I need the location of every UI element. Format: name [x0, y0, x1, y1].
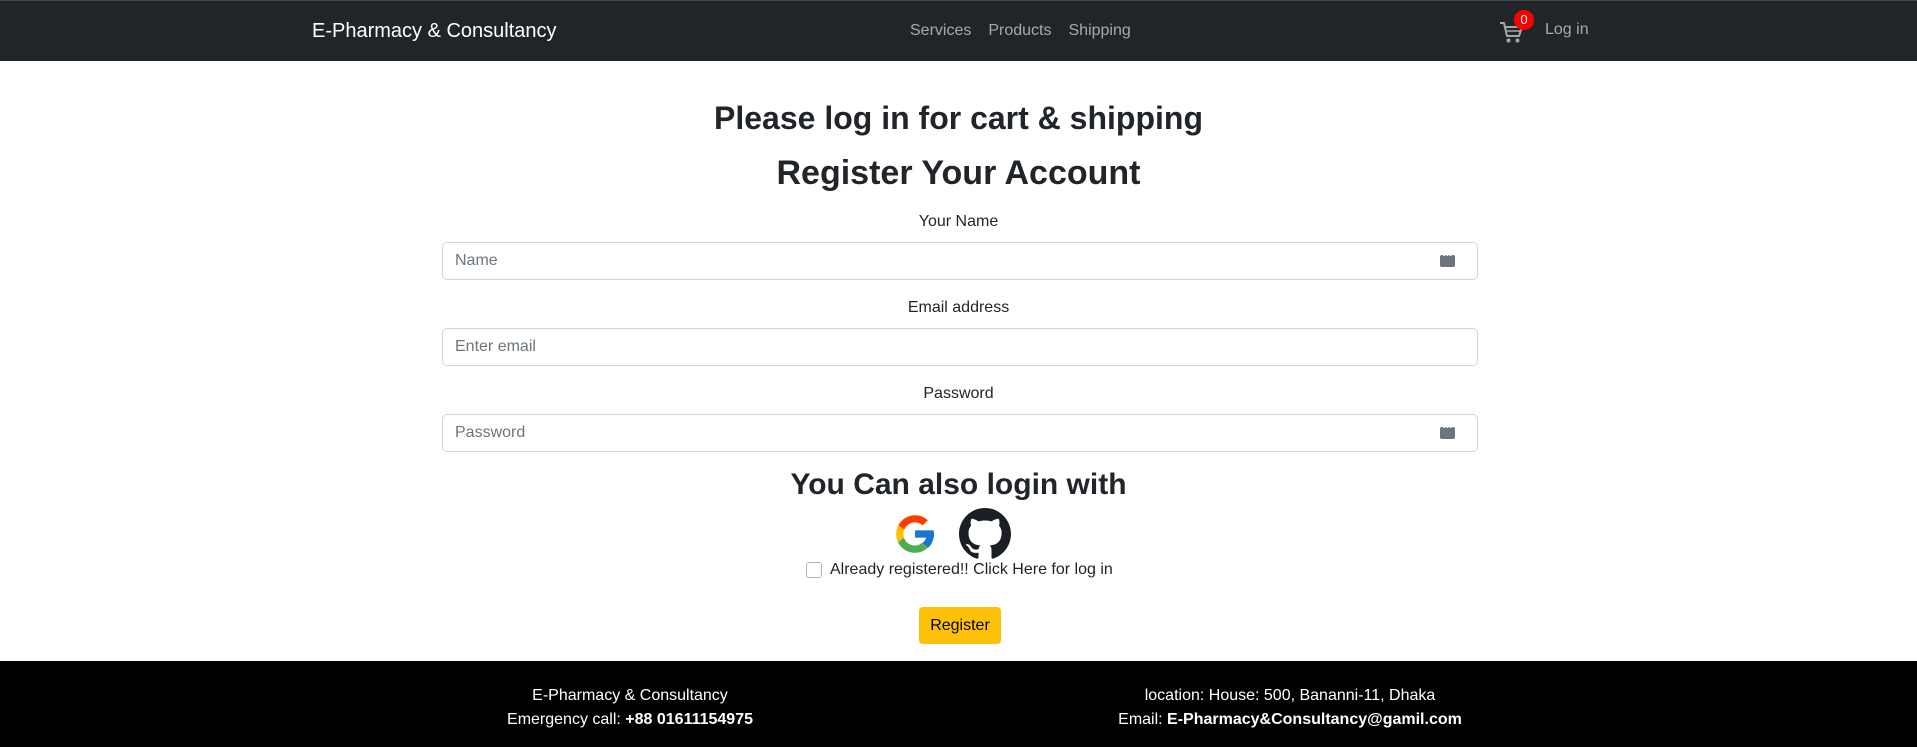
name-label: Your Name: [918, 213, 999, 230]
password-label: Password: [923, 385, 994, 402]
name-input[interactable]: [442, 242, 1478, 280]
login-link[interactable]: Log in: [1545, 21, 1589, 39]
brand-logo[interactable]: E-Pharmacy & Consultancy: [312, 20, 557, 43]
autofill-icon[interactable]: [1440, 422, 1455, 439]
emergency-phone: +88 01611154975: [625, 711, 753, 728]
cart-count-badge: 0: [1514, 10, 1534, 30]
google-icon[interactable]: [891, 510, 939, 558]
footer-address: location: House: 500, Bananni-11, Dhaka: [1144, 687, 1436, 704]
already-registered-row[interactable]: Already registered!! Click Here for log …: [806, 561, 1113, 579]
email-label: Email address: [907, 299, 1010, 316]
footer-location: location: House: 500, Bananni-11, Dhaka …: [1110, 684, 1470, 732]
footer: E-Pharmacy & Consultancy Emergency call:…: [0, 661, 1917, 747]
login-notice-heading: Please log in for cart & shipping: [714, 100, 1203, 136]
footer-email[interactable]: E-Pharmacy&Consultancy@gamil.com: [1167, 711, 1462, 728]
social-login-heading: You Can also login with: [790, 468, 1127, 501]
nav-links: Services Products Shipping: [910, 22, 1131, 40]
password-input[interactable]: [442, 414, 1478, 452]
nav-link-shipping[interactable]: Shipping: [1069, 22, 1131, 40]
navbar: E-Pharmacy & Consultancy Services Produc…: [0, 0, 1917, 61]
autofill-icon[interactable]: [1440, 250, 1455, 267]
email-input[interactable]: [442, 328, 1478, 366]
already-registered-checkbox[interactable]: [806, 562, 822, 578]
footer-brand: E-Pharmacy & Consultancy: [532, 687, 728, 704]
nav-link-products[interactable]: Products: [988, 22, 1051, 40]
register-button[interactable]: Register: [919, 607, 1001, 644]
footer-email-line: Email: E-Pharmacy&Consultancy@gamil.com: [1118, 711, 1462, 728]
nav-link-services[interactable]: Services: [910, 22, 971, 40]
footer-emergency-line: Emergency call: +88 01611154975: [507, 711, 753, 728]
footer-contact: E-Pharmacy & Consultancy Emergency call:…: [505, 684, 755, 732]
github-icon[interactable]: [959, 508, 1011, 560]
already-registered-label[interactable]: Already registered!! Click Here for log …: [830, 561, 1113, 579]
register-heading: Register Your Account: [776, 154, 1141, 192]
